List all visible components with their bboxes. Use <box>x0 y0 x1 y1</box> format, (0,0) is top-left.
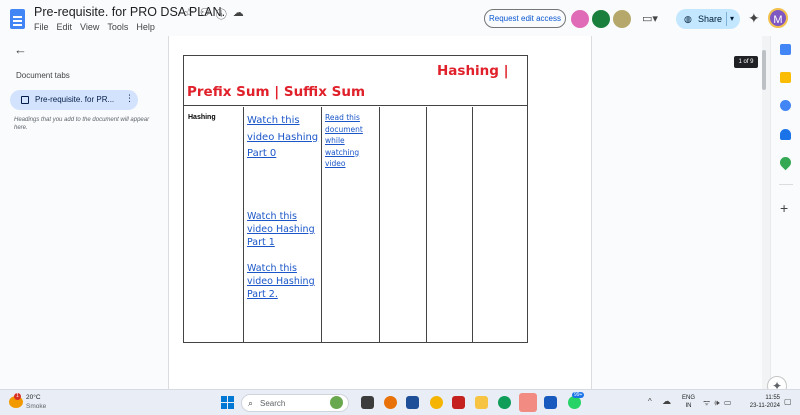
title-icons: ☆ ⚇ ⓘ ☁ <box>184 6 244 22</box>
widget-icon[interactable] <box>330 396 343 409</box>
cloud-status-icon[interactable]: ☁ <box>233 6 244 22</box>
search-icon: ⌕ <box>248 398 254 408</box>
globe-icon: ◍ <box>684 14 692 24</box>
heading-prefix-suffix: Prefix Sum | Suffix Sum <box>187 84 366 100</box>
task-view-icon[interactable] <box>361 396 374 409</box>
share-divider <box>726 12 727 26</box>
docs-logo-icon[interactable] <box>10 9 25 29</box>
document-tab-label: Pre-requisite. for PR... <box>35 95 115 104</box>
side-panel: + <box>770 36 800 389</box>
word-icon[interactable] <box>544 396 557 409</box>
store-icon[interactable] <box>406 396 419 409</box>
file-explorer-icon[interactable] <box>475 396 488 409</box>
chevron-down-icon[interactable]: ▾ <box>730 9 734 29</box>
clock-time: 11:55 <box>765 395 780 401</box>
region-code: IN <box>685 403 692 409</box>
video-link-part0[interactable]: Watch this video Hashing Part 0 <box>247 113 321 163</box>
headings-hint: Headings that you add to the document wi… <box>14 117 150 131</box>
menu-tools[interactable]: Tools <box>107 22 128 32</box>
system-clock[interactable]: 11:55 23-11-2024 <box>744 394 780 410</box>
tab-icon <box>21 96 29 104</box>
maps-icon[interactable] <box>777 154 794 171</box>
table-cell <box>380 107 427 343</box>
document-tabs-panel: ← Document tabs Pre-requisite. for PR...… <box>0 36 168 389</box>
table-cell: Read this document while watching video <box>322 107 380 343</box>
mcafee-icon[interactable] <box>452 396 465 409</box>
notification-count-badge: 99+ <box>572 392 585 398</box>
right-margin: 1 of 9 <box>592 36 762 389</box>
meet-icon[interactable]: ▭▾ <box>642 12 658 25</box>
sticky-notes-icon[interactable] <box>519 393 537 412</box>
weather-badge: 1 <box>14 393 21 400</box>
shared-icon[interactable]: ⚇ <box>200 6 210 22</box>
clock-date: 23-11-2024 <box>749 403 780 409</box>
heading-hashing: Hashing | <box>437 63 509 79</box>
weather-temperature[interactable]: 20°C <box>26 394 41 401</box>
star-icon[interactable]: ☆ <box>184 6 194 22</box>
add-addon-icon[interactable]: + <box>780 200 788 216</box>
system-tray-icons[interactable]: ᯤ 🕪 ▭ <box>703 397 732 408</box>
video-link-part2[interactable]: Watch this video Hashing Part 2. <box>247 262 317 301</box>
table-cell: Hashing <box>184 107 244 343</box>
menu-help[interactable]: Help <box>136 22 155 32</box>
topic-label: Hashing <box>188 114 216 121</box>
table-title-row: Hashing | Prefix Sum | Suffix Sum <box>184 56 527 106</box>
page-count-badge: 1 of 9 <box>734 56 758 68</box>
language-indicator[interactable]: ENG IN <box>682 394 695 410</box>
onedrive-icon[interactable]: ☁ <box>662 396 671 407</box>
vertical-scrollbar[interactable] <box>762 50 766 90</box>
collaborator-avatar[interactable] <box>571 10 589 28</box>
start-button[interactable] <box>221 396 234 409</box>
language-code: ENG <box>682 395 696 401</box>
menu-edit[interactable]: Edit <box>57 22 73 32</box>
collaborator-avatar[interactable] <box>592 10 610 28</box>
wifi-icon[interactable]: ᯤ <box>703 398 711 407</box>
read-document-link[interactable]: Read this document while watching video <box>325 112 377 170</box>
top-bar: Pre-requisite. for PRO DSA PLAN. ☆ ⚇ ⓘ ☁… <box>0 0 800 36</box>
menu-view[interactable]: View <box>80 22 99 32</box>
volume-icon[interactable]: 🕪 <box>715 398 721 407</box>
tasks-icon[interactable] <box>780 100 791 111</box>
keep-icon[interactable] <box>780 72 791 83</box>
side-divider <box>779 184 793 185</box>
calendar-icon[interactable] <box>780 44 791 55</box>
contacts-icon[interactable] <box>780 129 791 140</box>
document-tab[interactable]: Pre-requisite. for PR... ⋮ <box>10 90 138 110</box>
back-arrow-icon[interactable]: ← <box>14 42 27 57</box>
more-options-icon[interactable]: ⋮ <box>125 93 134 104</box>
info-icon[interactable]: ⓘ <box>216 6 227 22</box>
edge-icon[interactable] <box>498 396 511 409</box>
weather-description[interactable]: Smoke <box>26 403 46 410</box>
gemini-icon[interactable]: ✦ <box>748 10 760 27</box>
notifications-icon[interactable]: ▢ <box>784 397 792 406</box>
copilot-icon[interactable] <box>384 396 397 409</box>
menu-file[interactable]: File <box>34 22 49 32</box>
request-edit-access-button[interactable]: Request edit access <box>484 9 566 28</box>
document-canvas: Hashing | Prefix Sum | Suffix Sum Hashin… <box>168 36 592 389</box>
menu-bar: File Edit View Tools Help <box>34 22 155 32</box>
battery-icon[interactable]: ▭ <box>724 398 733 407</box>
photos-icon[interactable] <box>430 396 443 409</box>
table-cell: Watch this video Hashing Part 0 Watch th… <box>244 107 322 343</box>
chevron-up-icon[interactable]: ^ <box>648 397 652 406</box>
video-link-part1[interactable]: Watch this video Hashing Part 1 <box>247 210 317 249</box>
content-table: Hashing | Prefix Sum | Suffix Sum Hashin… <box>183 55 528 343</box>
account-avatar[interactable]: M <box>768 8 788 28</box>
share-button[interactable]: ◍ Share ▾ <box>676 9 740 29</box>
table-cell <box>427 107 473 343</box>
document-tabs-heading: Document tabs <box>16 71 70 80</box>
windows-taskbar: 1 20°C Smoke ⌕ Search 99+ ^ ☁ ENG IN ᯤ 🕪… <box>0 389 800 415</box>
document-page: Hashing | Prefix Sum | Suffix Sum Hashin… <box>168 36 592 389</box>
collaborator-avatar[interactable] <box>613 10 631 28</box>
share-label: Share <box>698 14 723 24</box>
search-placeholder: Search <box>260 399 286 408</box>
